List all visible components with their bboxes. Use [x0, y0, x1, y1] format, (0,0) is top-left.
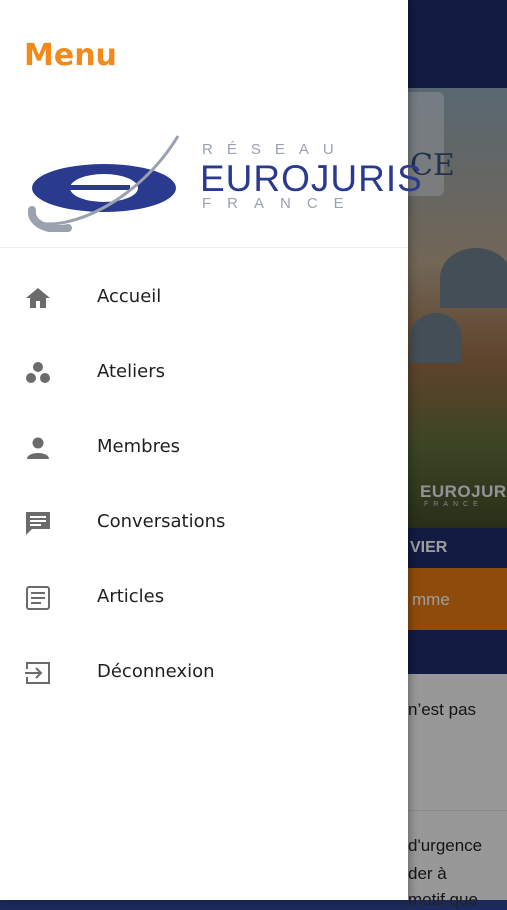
navigation-drawer: Menu RÉSEAU EUROJURIS FRANCE Accueil Ate… — [0, 0, 422, 900]
nav-item-ateliers[interactable]: Ateliers — [0, 335, 408, 410]
logout-icon — [25, 662, 50, 684]
nav-label-articles: Articles — [97, 586, 165, 607]
home-icon — [26, 288, 50, 308]
person-icon — [27, 437, 49, 459]
workshops-icon — [26, 362, 50, 383]
chat-icon — [26, 512, 50, 535]
nav-item-articles[interactable]: Articles — [0, 560, 408, 635]
nav-label-membres: Membres — [97, 436, 181, 457]
logo-line-eurojuris: EUROJURIS — [200, 158, 423, 199]
nav-item-deconnexion[interactable]: Déconnexion — [0, 635, 408, 710]
nav-label-ateliers: Ateliers — [97, 361, 165, 382]
nav-label-accueil: Accueil — [97, 286, 162, 307]
menu-title: Menu — [24, 38, 117, 73]
logo-line-france: FRANCE — [202, 195, 360, 212]
article-icon — [26, 586, 50, 610]
nav-item-membres[interactable]: Membres — [0, 410, 408, 485]
nav-label-conversations: Conversations — [97, 511, 226, 532]
nav-item-conversations[interactable]: Conversations — [0, 485, 408, 560]
logo-line-reseau: RÉSEAU — [202, 141, 348, 158]
nav-label-deconnexion: Déconnexion — [97, 661, 215, 682]
nav-item-accueil[interactable]: Accueil — [0, 260, 408, 335]
drawer-divider — [0, 247, 408, 248]
